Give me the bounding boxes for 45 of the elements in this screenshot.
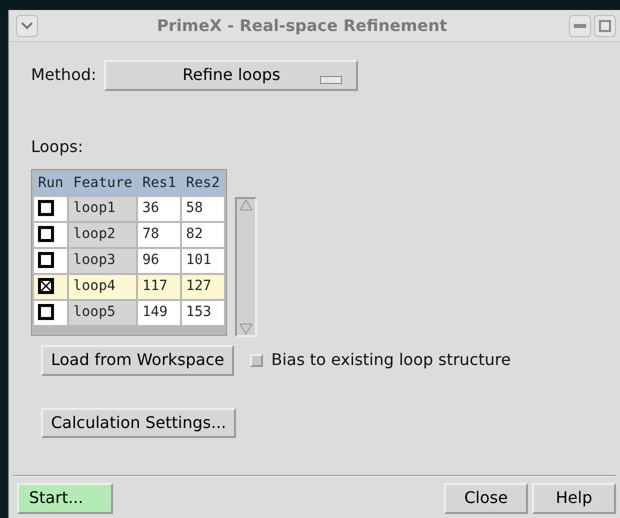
maximize-icon [599, 20, 611, 32]
run-checkbox[interactable] [38, 226, 54, 242]
table-cell: loop3 [69, 248, 136, 273]
table-cell: 153 [182, 300, 224, 325]
loops-label: Loops: [31, 136, 84, 158]
table-cell: 58 [182, 196, 224, 221]
column-header[interactable]: Feature [69, 172, 136, 195]
calculation-settings-button[interactable]: Calculation Settings... [41, 408, 236, 438]
table-cell: 101 [182, 248, 224, 273]
window-title: PrimeX - Real-space Refinement [156, 14, 448, 36]
dropdown-indicator-icon [320, 76, 342, 84]
footer-button[interactable]: Help [532, 483, 616, 514]
run-checkbox[interactable] [38, 200, 54, 216]
start-button[interactable]: Start... [17, 483, 113, 514]
scroll-down-arrow-icon[interactable] [238, 322, 253, 335]
column-header[interactable]: Res1 [138, 172, 180, 195]
table-cell: 78 [138, 222, 180, 247]
table-cell: 96 [138, 248, 180, 273]
run-checkbox[interactable] [38, 304, 54, 320]
bias-label: Bias to existing loop structure [271, 349, 511, 372]
table-cell: loop1 [69, 196, 136, 221]
method-dropdown[interactable]: Refine loops [104, 60, 358, 91]
column-header[interactable]: Res2 [182, 172, 224, 195]
bias-checkbox[interactable] [250, 354, 264, 367]
load-from-workspace-button[interactable]: Load from Workspace [41, 344, 234, 376]
table-cell: loop5 [69, 300, 136, 325]
chevron-down-icon [20, 20, 34, 30]
scrollbar[interactable] [234, 196, 257, 337]
table-cell: 36 [138, 196, 180, 221]
table-cell: 149 [138, 300, 180, 325]
column-header[interactable]: Run [34, 172, 68, 195]
run-checkbox[interactable] [38, 278, 54, 294]
minimize-icon [574, 22, 586, 28]
scroll-up-arrow-icon[interactable] [238, 198, 253, 211]
method-label: Method: [31, 64, 96, 86]
footer-button[interactable]: Close [444, 483, 528, 514]
run-checkbox[interactable] [38, 252, 54, 268]
table-cell: loop4 [69, 274, 136, 299]
table-cell: loop2 [69, 222, 136, 247]
window-menu-button[interactable] [16, 14, 38, 36]
maximize-button[interactable] [594, 14, 616, 36]
table-cell: 127 [182, 274, 224, 299]
minimize-button[interactable] [569, 14, 591, 36]
table-cell: 117 [138, 274, 180, 299]
table-cell: 82 [182, 222, 224, 247]
